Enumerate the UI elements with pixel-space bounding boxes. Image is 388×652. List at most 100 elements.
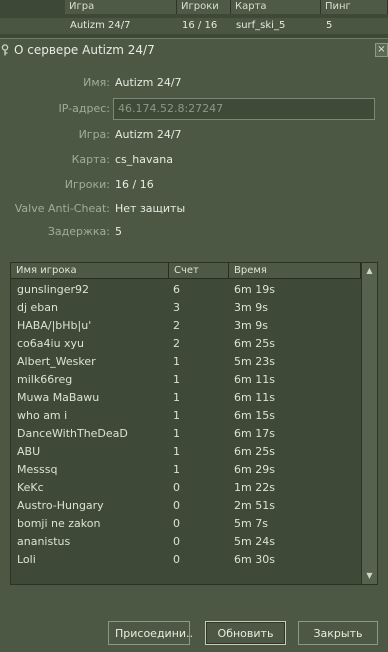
player-time: 6m 25s [234, 445, 275, 458]
server-row-map: surf_ski_5 [236, 20, 286, 31]
header-time[interactable]: Время [229, 263, 361, 279]
player-name: DanceWithTheDeaD [17, 427, 128, 440]
player-time: 3m 9s [234, 319, 268, 332]
player-name: Loli [17, 553, 36, 566]
ip-label: IP-адрес: [58, 102, 110, 115]
player-name: Albert_Wesker [17, 355, 96, 368]
header-player-name[interactable]: Имя игрока [11, 263, 169, 279]
table-row[interactable]: dj eban 3 3m 9s [11, 299, 361, 317]
player-score: 1 [173, 427, 180, 440]
player-name: Muwa MaBawu [17, 391, 100, 404]
player-name: gunslinger92 [17, 283, 90, 296]
player-score: 0 [173, 553, 180, 566]
server-row-ping: 5 [326, 20, 333, 31]
player-time: 6m 25s [234, 337, 275, 350]
game-value: Autizm 24/7 [115, 128, 182, 141]
player-score: 1 [173, 373, 180, 386]
player-time: 5m 23s [234, 355, 275, 368]
table-scrollbar[interactable]: ▲ ▼ [361, 263, 377, 584]
connect-button[interactable]: Присоедини.. [108, 621, 193, 645]
name-value: Autizm 24/7 [115, 76, 182, 89]
server-list-header-ping[interactable]: Пинг [321, 0, 388, 14]
latency-value: 5 [115, 225, 122, 238]
dialog-title: О сервере Autizm 24/7 [14, 43, 155, 57]
vac-label: Valve Anti-Cheat: [14, 202, 110, 215]
player-score: 6 [173, 283, 180, 296]
player-time: 3m 9s [234, 301, 268, 314]
players-table: Имя игрока Счет Время gunslinger92 6 6m 19… [10, 262, 378, 585]
player-score: 1 [173, 445, 180, 458]
map-value: cs_havana [115, 153, 173, 166]
server-list-header-game[interactable]: Игра [65, 0, 177, 14]
table-row[interactable]: DanceWithTheDeaD 1 6m 17s [11, 425, 361, 443]
server-list-row[interactable]: Autizm 24/7 16 / 16 surf_ski_5 5 [0, 18, 388, 34]
server-row-name: Autizm 24/7 [70, 20, 131, 31]
table-row[interactable]: Albert_Wesker 1 5m 23s [11, 353, 361, 371]
server-info-dialog: О сервере Autizm 24/7 × Имя: Autizm 24/7… [0, 38, 388, 652]
player-score: 1 [173, 391, 180, 404]
table-row[interactable]: gunslinger92 6 6m 19s [11, 281, 361, 299]
table-row[interactable]: Messsq 1 6m 29s [11, 461, 361, 479]
player-name: HABA/|bHb|u' [17, 319, 92, 332]
player-score: 0 [173, 499, 180, 512]
player-name: Messsq [17, 463, 58, 476]
player-score: 0 [173, 535, 180, 548]
close-button[interactable]: Закрыть [298, 621, 378, 645]
header-score[interactable]: Счет [169, 263, 229, 279]
table-row[interactable]: Loli 0 6m 30s [11, 551, 361, 569]
map-label: Карта: [71, 153, 110, 166]
table-row[interactable]: Muwa MaBawu 1 6m 11s [11, 389, 361, 407]
player-name: dj eban [17, 301, 58, 314]
player-name: milk66reg [17, 373, 73, 386]
latency-label: Задержка: [47, 225, 110, 238]
refresh-button[interactable]: Обновить [205, 621, 286, 645]
table-row[interactable]: HABA/|bHb|u' 2 3m 9s [11, 317, 361, 335]
players-value: 16 / 16 [115, 178, 154, 191]
player-score: 0 [173, 481, 180, 494]
table-row[interactable]: ABU 1 6m 25s [11, 443, 361, 461]
player-time: 6m 15s [234, 409, 275, 422]
player-name: who am i [17, 409, 68, 422]
player-name: Austro-Hungary [17, 499, 104, 512]
dialog-titlebar[interactable]: О сервере Autizm 24/7 × [0, 39, 388, 61]
ip-address-field[interactable]: 46.174.52.8:27247 [113, 98, 375, 120]
player-name: KeKc [17, 481, 44, 494]
player-score: 1 [173, 463, 180, 476]
player-time: 6m 29s [234, 463, 275, 476]
table-row[interactable]: who am i 1 6m 15s [11, 407, 361, 425]
player-time: 5m 24s [234, 535, 275, 548]
table-row[interactable]: ananistus 0 5m 24s [11, 533, 361, 551]
players-label: Игроки: [64, 178, 110, 191]
server-row-players: 16 / 16 [182, 20, 218, 31]
close-icon[interactable]: × [375, 43, 388, 57]
player-time: 6m 11s [234, 391, 275, 404]
player-time: 1m 22s [234, 481, 275, 494]
table-row[interactable]: bomji ne zakon 0 5m 7s [11, 515, 361, 533]
table-row[interactable]: co6a4iu xyu 2 6m 25s [11, 335, 361, 353]
scroll-down-arrow-icon[interactable]: ▼ [362, 568, 377, 584]
game-label: Игра: [78, 128, 110, 141]
player-name: ananistus [17, 535, 71, 548]
scroll-up-arrow-icon[interactable]: ▲ [362, 263, 377, 279]
player-time: 5m 7s [234, 517, 268, 530]
player-time: 6m 19s [234, 283, 275, 296]
vac-value: Нет защиты [115, 202, 186, 215]
name-label: Имя: [83, 76, 110, 89]
player-score: 2 [173, 337, 180, 350]
player-name: co6a4iu xyu [17, 337, 85, 350]
player-time: 2m 51s [234, 499, 275, 512]
player-name: bomji ne zakon [17, 517, 101, 530]
table-row[interactable]: KeKc 0 1m 22s [11, 479, 361, 497]
server-list-header-players[interactable]: Игроки [177, 0, 231, 14]
table-row[interactable]: Austro-Hungary 0 2m 51s [11, 497, 361, 515]
server-list: Игра Игроки Карта Пинг Autizm 24/7 16 / … [0, 0, 388, 38]
table-row[interactable]: milk66reg 1 6m 11s [11, 371, 361, 389]
player-score: 1 [173, 355, 180, 368]
player-time: 6m 30s [234, 553, 275, 566]
key-icon [0, 44, 10, 56]
player-score: 1 [173, 409, 180, 422]
player-name: ABU [17, 445, 41, 458]
server-list-header-map[interactable]: Карта [231, 0, 321, 14]
player-time: 6m 17s [234, 427, 275, 440]
player-score: 0 [173, 517, 180, 530]
